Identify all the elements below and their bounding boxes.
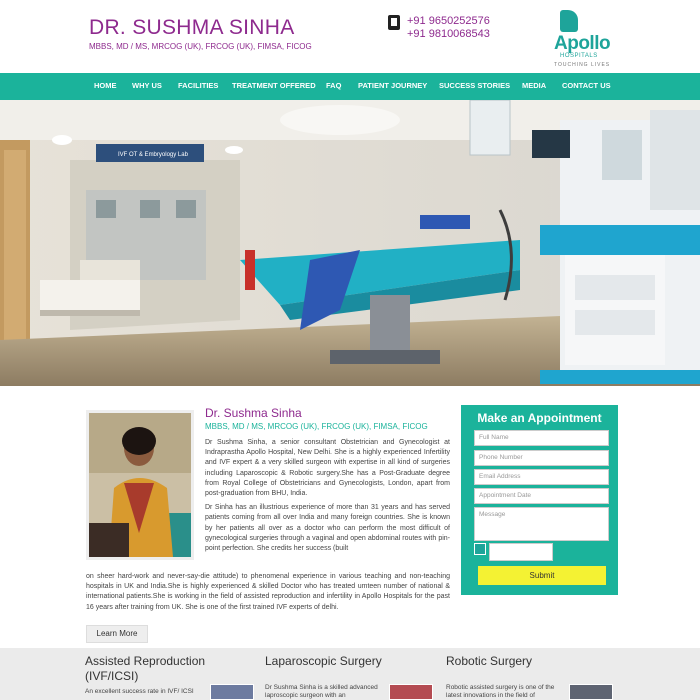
date-input[interactable]: Appointment Date	[474, 488, 609, 504]
appointment-title: Make an Appointment	[477, 411, 602, 425]
apollo-logo-tagline: TOUCHING LIVES	[554, 62, 611, 68]
profile-qualifications: MBBS, MD / MS, MRCOG (UK), FRCOG (UK), F…	[205, 422, 428, 431]
hero-image: IVF OT & Embryology Lab	[0, 100, 700, 386]
captcha-input[interactable]	[489, 543, 553, 561]
apollo-mark-icon	[560, 10, 578, 32]
service-text-laparoscopic: Dr Sushma Sinha is a skilled advanced la…	[265, 684, 378, 699]
service-subtitle-ivf[interactable]: (IVF/ICSI)	[85, 669, 138, 683]
message-textarea[interactable]: Message	[474, 507, 609, 541]
submit-button[interactable]: Submit	[478, 566, 606, 585]
bio-paragraph-2-continued: on sheer hard-work and never-say-die att…	[86, 573, 450, 611]
service-text-ivf: An excellent success rate in IVF/ ICSI	[85, 688, 194, 695]
bio-text: Dr Sushma Sinha, a senior consultant Obs…	[205, 438, 450, 558]
phone-number-1[interactable]: +91 9650252576	[407, 15, 490, 27]
phone-icon	[388, 15, 400, 30]
service-image-ivf	[210, 684, 254, 700]
doctor-photo	[86, 410, 194, 560]
phone-number-2[interactable]: +91 9810068543	[407, 28, 490, 40]
bio-paragraph-1: Dr Sushma Sinha, a senior consultant Obs…	[205, 439, 450, 498]
service-title-laparoscopic[interactable]: Laparoscopic Surgery	[265, 654, 382, 668]
doctor-portrait-image	[89, 413, 191, 557]
nav-home[interactable]: HOME	[94, 81, 117, 90]
apollo-logo-name: Apollo	[554, 33, 611, 54]
nav-contact-us[interactable]: CONTACT US	[562, 81, 611, 90]
service-image-laparoscopic	[389, 684, 433, 700]
email-input[interactable]: Email Address	[474, 469, 609, 485]
nav-why-us[interactable]: WHY US	[132, 81, 162, 90]
service-title-ivf[interactable]: Assisted Reproduction	[85, 654, 205, 668]
full-name-input[interactable]: Full Name	[474, 430, 609, 446]
captcha-image	[474, 543, 486, 555]
service-text-robotic: Robotic assisted surgery is one of the l…	[446, 684, 555, 699]
nav-patient-journey[interactable]: PATIENT JOURNEY	[358, 81, 427, 90]
operating-room-illustration: IVF OT & Embryology Lab	[0, 100, 700, 386]
learn-more-button[interactable]: Learn More	[86, 625, 148, 643]
service-image-robotic	[569, 684, 613, 700]
nav-media[interactable]: MEDIA	[522, 81, 546, 90]
profile-name: Dr. Sushma Sinha	[205, 406, 302, 420]
phone-input[interactable]: Phone Number	[474, 450, 609, 466]
site-header: DR. SUSHMA SINHA MBBS, MD / MS, MRCOG (U…	[0, 0, 700, 73]
nav-faq[interactable]: FAQ	[326, 81, 341, 90]
nav-success-stories[interactable]: SUCCESS STORIES	[439, 81, 510, 90]
doctor-qualifications: MBBS, MD / MS, MRCOG (UK), FRCOG (UK), F…	[89, 42, 312, 51]
nav-treatment-offered[interactable]: TREATMENT OFFERED	[232, 81, 316, 90]
service-title-robotic[interactable]: Robotic Surgery	[446, 654, 532, 668]
main-nav: HOME WHY US FACILITIES TREATMENT OFFERED…	[0, 73, 700, 100]
apollo-logo[interactable]: Apollo HOSPITALS TOUCHING LIVES	[552, 10, 622, 70]
appointment-form: Make an Appointment Full Name Phone Numb…	[461, 405, 618, 595]
bio-paragraph-2: Dr Sinha has an illustrious experience o…	[205, 504, 450, 553]
doctor-name[interactable]: DR. SUSHMA SINHA	[89, 16, 295, 40]
nav-facilities[interactable]: FACILITIES	[178, 81, 218, 90]
apollo-logo-sub: HOSPITALS	[560, 53, 598, 59]
lab-sign-text: IVF OT & Embryology Lab	[118, 152, 189, 158]
